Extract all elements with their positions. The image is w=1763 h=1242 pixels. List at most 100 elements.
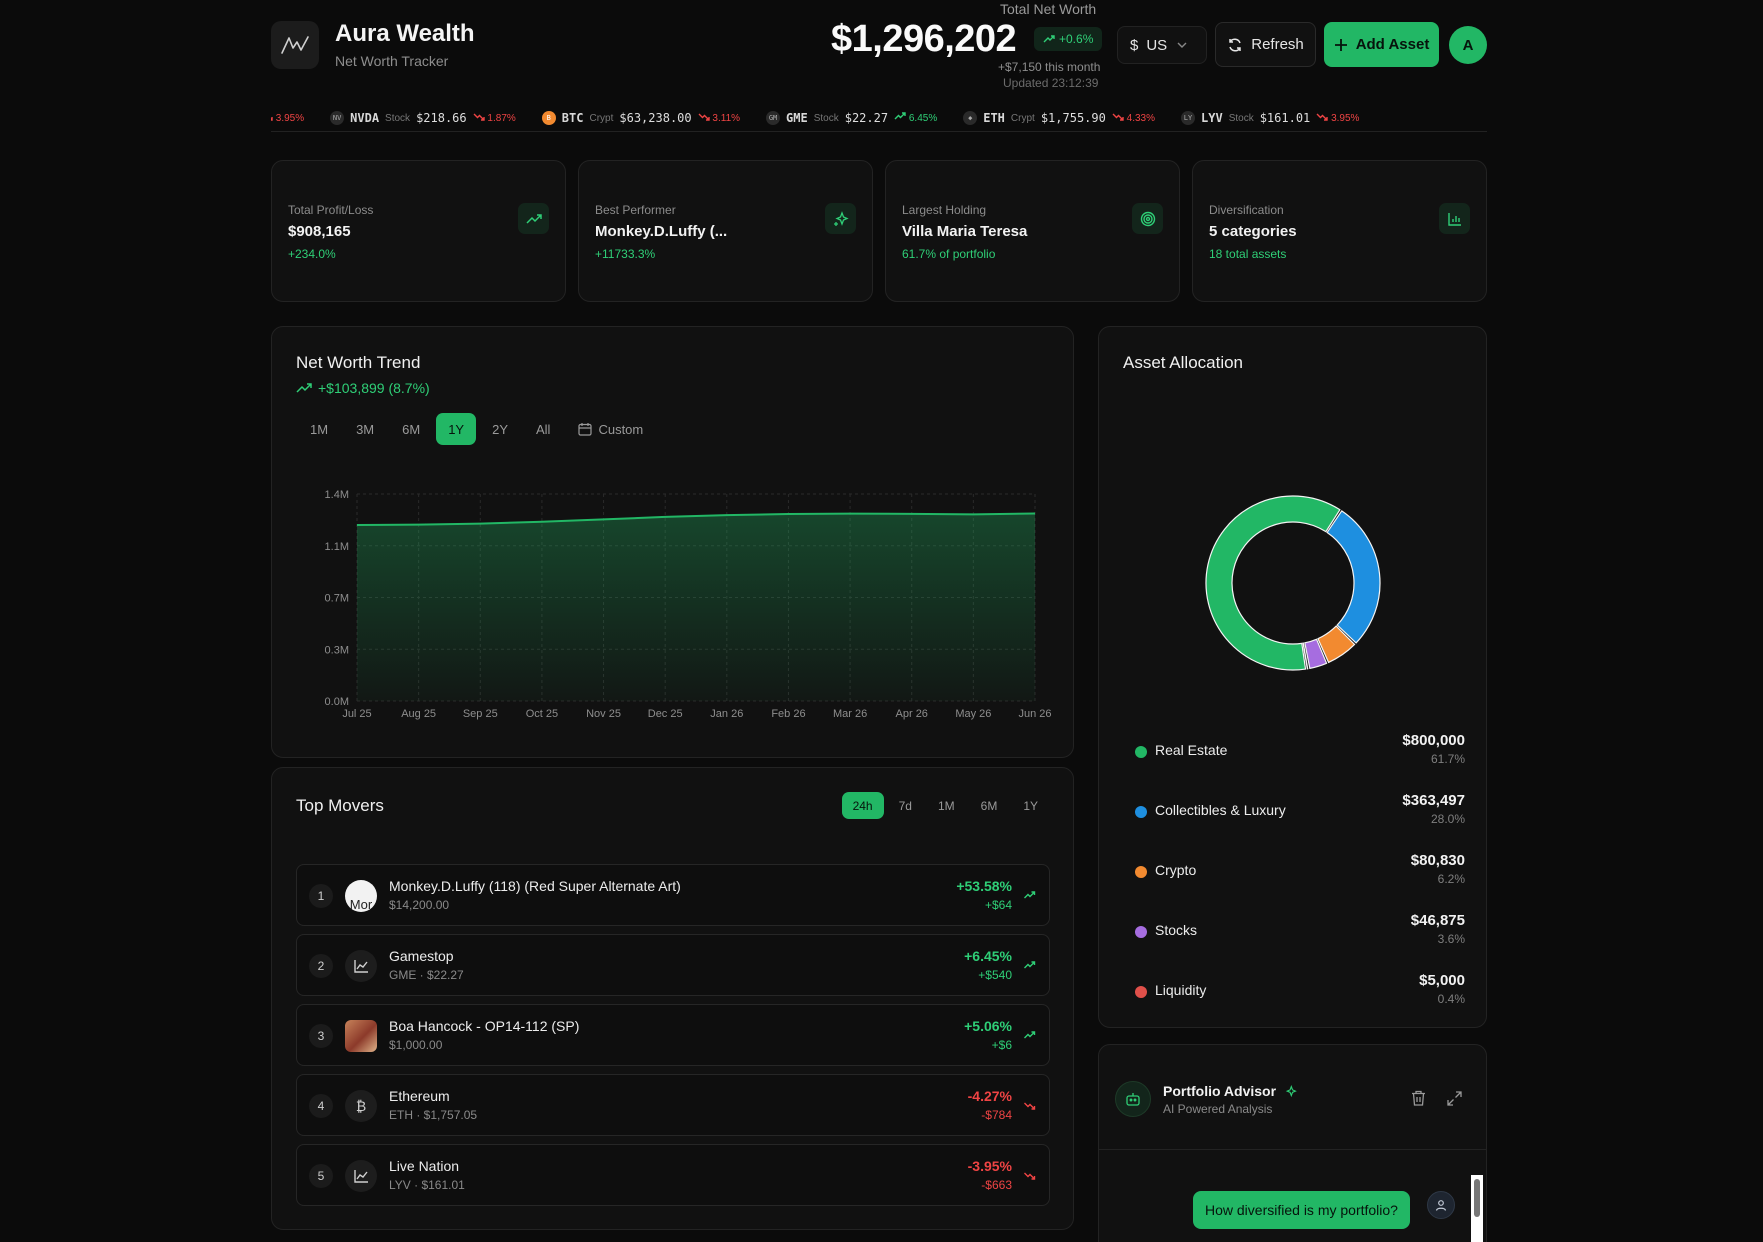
mover-meta: $14,200.00 <box>389 898 450 912</box>
ticker-item: 3.95% <box>271 112 304 124</box>
bitcoin-icon: ₿ <box>355 1098 367 1114</box>
movers-range-7d[interactable]: 7d <box>888 792 923 819</box>
portfolio-advisor-panel: Portfolio Advisor AI Powered Analysis Ho… <box>1098 1044 1487 1242</box>
legend-value: $5,000 <box>1419 972 1465 989</box>
legend-name: Crypto <box>1155 862 1197 878</box>
mover-row[interactable]: 3 Boa Hancock - OP14-112 (SP) $1,000.00 +5.… <box>296 1004 1050 1066</box>
add-asset-button[interactable]: Add Asset <box>1324 22 1439 67</box>
movers-range-6m[interactable]: 6M <box>970 792 1009 819</box>
mover-row[interactable]: 2 Gamestop GME · $22.27 +6.45% +$540 <box>296 934 1050 996</box>
range-button-1m[interactable]: 1M <box>298 413 340 445</box>
stat-value: 5 categories <box>1209 223 1297 240</box>
legend-item[interactable]: Real Estate $800,000 61.7% <box>1135 732 1465 772</box>
mover-rank: 5 <box>309 1164 333 1188</box>
currency-symbol: $ <box>1130 36 1139 54</box>
mover-row[interactable]: 5 Live Nation LYV · $161.01 -3.95% -$663 <box>296 1144 1050 1206</box>
x-tick-label: May 26 <box>955 708 991 720</box>
ticker-type: Crypt <box>1010 112 1035 124</box>
trending-up-icon <box>1022 1027 1037 1045</box>
legend-percent: 0.4% <box>1437 992 1465 1006</box>
ticker-symbol: ETH <box>983 111 1005 125</box>
scrollbar-thumb[interactable] <box>1474 1179 1480 1217</box>
legend-name: Stocks <box>1155 922 1198 938</box>
x-tick-label: Apr 26 <box>896 708 928 720</box>
sparkles-icon <box>1285 1084 1297 1097</box>
range-button-3m[interactable]: 3M <box>344 413 386 445</box>
movers-range-24h[interactable]: 24h <box>841 792 884 819</box>
donut-slice-collectibles-luxury[interactable] <box>1326 510 1381 644</box>
ticker-symbol: GME <box>786 111 808 125</box>
x-tick-label: Sep 25 <box>463 708 498 720</box>
mover-percent: -3.95% <box>967 1158 1012 1174</box>
mover-row[interactable]: 1 Mor Monkey.D.Luffy (118) (Red Super Alte… <box>296 864 1050 926</box>
range-button-1y[interactable]: 1Y <box>436 413 477 445</box>
mover-percent: +5.06% <box>964 1018 1012 1034</box>
trending-up-icon <box>1022 957 1037 975</box>
legend-item[interactable]: Crypto $80,830 6.2% <box>1135 852 1465 892</box>
stat-label: Best Performer <box>595 203 676 217</box>
stat-value: Monkey.D.Luffy (... <box>595 223 728 240</box>
ticker-change: 3.95% <box>1316 112 1359 124</box>
x-tick-label: Jan 26 <box>710 708 743 720</box>
x-tick-label: Nov 25 <box>586 708 621 720</box>
ticker-price: $22.27 <box>844 111 889 125</box>
ticker-change: 4.33% <box>1112 112 1155 124</box>
asset-icon: NV <box>330 111 345 125</box>
net-worth-trend-card: Net Worth Trend +$103,899 (8.7%) 1M 3M 6M 1… <box>271 326 1074 758</box>
legend-percent: 28.0% <box>1430 812 1465 826</box>
line-chart-icon <box>354 1170 368 1183</box>
legend-value: $80,830 <box>1410 852 1465 869</box>
ticker-change-value: 1.87% <box>487 113 516 124</box>
legend-percent: 6.2% <box>1437 872 1465 886</box>
line-chart-icon <box>354 960 368 973</box>
range-button-6m[interactable]: 6M <box>390 413 432 445</box>
stat-sub: 61.7% of portfolio <box>902 247 996 261</box>
last-updated: Updated 23:12:39 <box>1003 76 1099 90</box>
trash-icon[interactable] <box>1411 1090 1426 1111</box>
ticker-price: $218.66 <box>416 111 467 125</box>
mover-name: Gamestop <box>389 948 454 964</box>
range-button-2y[interactable]: 2Y <box>480 413 520 445</box>
stat-sub: 18 total assets <box>1209 247 1287 261</box>
legend-item[interactable]: Collectibles & Luxury $363,497 28.0% <box>1135 792 1465 832</box>
refresh-button[interactable]: Refresh <box>1215 22 1316 67</box>
mover-amount: -$784 <box>981 1108 1012 1122</box>
asset-thumbnail <box>345 950 377 982</box>
trending-up-icon <box>296 383 312 393</box>
sparkles-icon <box>825 203 856 234</box>
mover-row[interactable]: 4 ₿ Ethereum ETH · $1,757.05 -4.27% -$784 <box>296 1074 1050 1136</box>
expand-icon[interactable] <box>1447 1091 1462 1111</box>
mover-name: Boa Hancock - OP14-112 (SP) <box>389 1018 580 1034</box>
asset-icon: ◆ <box>963 111 978 125</box>
movers-title: Top Movers <box>296 796 384 815</box>
mover-name: Monkey.D.Luffy (118) (Red Super Alternat… <box>389 878 681 894</box>
trending-down-icon <box>1022 1167 1037 1185</box>
asset-icon: LY <box>1181 111 1195 125</box>
app-subtitle: Net Worth Tracker <box>335 53 449 69</box>
ticker-change: 6.45% <box>894 112 937 124</box>
legend-item[interactable]: Stocks $46,875 3.6% <box>1135 912 1465 952</box>
currency-select[interactable]: $ USD <box>1117 26 1207 64</box>
stat-card-profit: Total Profit/Loss $908,165 +234.0% <box>271 160 566 302</box>
ticker-price: $63,238.00 <box>619 111 692 125</box>
x-tick-label: Dec 25 <box>648 708 683 720</box>
legend-item[interactable]: Liquidity $5,000 0.4% <box>1135 972 1465 1012</box>
y-tick-label: 1.4M <box>325 489 349 501</box>
trending-up-icon <box>518 203 549 234</box>
movers-range-1y[interactable]: 1Y <box>1012 792 1049 819</box>
ticker-change-value: 3.95% <box>1331 113 1360 124</box>
x-tick-label: Oct 25 <box>526 708 558 720</box>
user-icon <box>1427 1191 1455 1219</box>
ticker-price: $161.01 <box>1259 111 1311 125</box>
mover-meta: $1,000.00 <box>389 1038 443 1052</box>
custom-range-button[interactable]: Custom <box>566 413 655 445</box>
app-logo <box>271 21 319 69</box>
chat-scrollbar[interactable] <box>1471 1175 1483 1242</box>
ticker-track: 3.95% NV NVDA Stock $218.66 1.87% B BTC Crypt $6… <box>271 106 1359 130</box>
movers-range-1m[interactable]: 1M <box>927 792 966 819</box>
range-button-all[interactable]: All <box>524 413 562 445</box>
x-tick-label: Jul 25 <box>342 708 371 720</box>
user-avatar[interactable]: A <box>1449 26 1487 64</box>
stat-card-best-performer: Best Performer Monkey.D.Luffy (... +1173… <box>578 160 873 302</box>
advisor-title-row: Portfolio Advisor <box>1163 1083 1297 1099</box>
